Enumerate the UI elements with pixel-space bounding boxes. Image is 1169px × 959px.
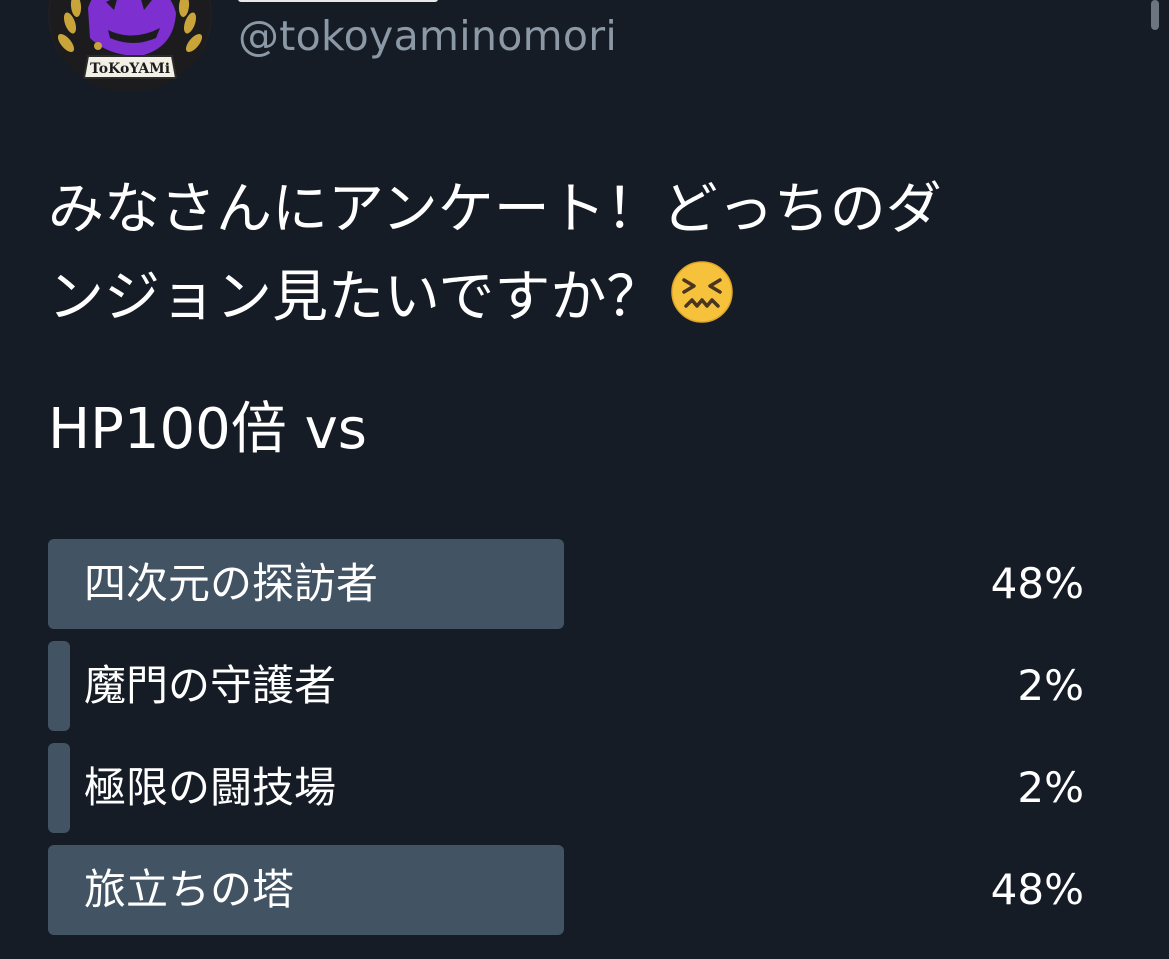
poll-option[interactable]: 旅立ちの塔 48% (48, 845, 1088, 935)
avatar[interactable]: ToKoYAMi (48, 0, 212, 92)
poll-option-percent: 48% (990, 865, 1084, 914)
poll-option-label: 極限の闘技場 (84, 763, 337, 812)
poll-option[interactable]: 四次元の探訪者 48% (48, 539, 1088, 629)
tweet-text: みなさんにアンケート！どっちのダ ンジョン見たいですか？ (48, 166, 1108, 342)
poll-option-label: 旅立ちの塔 (84, 865, 295, 914)
poll: 四次元の探訪者 48% 魔門の守護者 2% 極限の闘技場 2% 旅立ちの塔 48… (48, 539, 1088, 947)
user-handle[interactable]: @tokoyaminomori (238, 12, 617, 60)
avatar-logo-text: ToKoYAMi (90, 61, 170, 77)
tweet-text-line-3: HP100倍 vs (48, 397, 367, 462)
tweet-text-line-2: ンジョン見たいですか？ (48, 254, 1108, 342)
tweet-text-line-1: みなさんにアンケート！どっちのダ (48, 177, 942, 242)
avatar-image: ToKoYAMi (50, 0, 210, 92)
poll-option-label: 四次元の探訪者 (84, 559, 379, 608)
poll-option-label: 魔門の守護者 (84, 661, 337, 710)
poll-option-percent: 2% (1017, 661, 1084, 710)
poll-result-bar (48, 743, 70, 833)
display-name[interactable] (238, 0, 438, 2)
tweet-text-line-2-text: ンジョン見たいですか？ (48, 265, 663, 330)
poll-option[interactable]: 魔門の守護者 2% (48, 641, 1088, 731)
poll-option-percent: 2% (1017, 763, 1084, 812)
scrollbar[interactable] (1151, 0, 1159, 30)
confounded-face-emoji-icon (671, 261, 734, 323)
poll-result-bar (48, 641, 70, 731)
poll-option[interactable]: 極限の闘技場 2% (48, 743, 1088, 833)
poll-option-percent: 48% (990, 559, 1084, 608)
